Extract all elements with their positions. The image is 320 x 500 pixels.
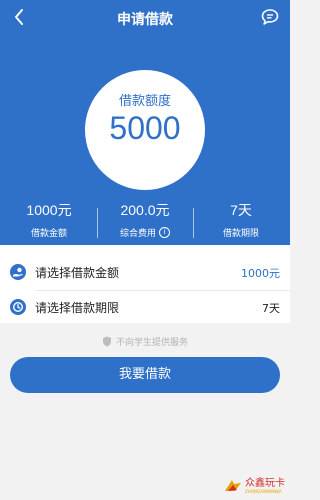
select-term-label: 请选择借款期限 — [35, 301, 120, 315]
loan-summary: 1000元 借款金额 200.0元 综合费用 i 7天 借款期限 — [0, 200, 290, 245]
loan-limit-label: 借款额度 — [118, 94, 171, 109]
stat-term-value: 7天 — [230, 202, 252, 218]
loan-limit-circle: 借款额度 5000 — [85, 70, 205, 190]
stat-fee: 200.0元 综合费用 i — [97, 200, 193, 239]
apply-loan-button[interactable]: 我要借款 — [10, 357, 280, 393]
watermark-sub: ZHONGXINWANKA — [245, 489, 282, 494]
student-notice-text: 不向学生提供服务 — [115, 338, 188, 348]
stat-fee-label: 综合费用 — [119, 229, 156, 239]
watermark-name: 众鑫玩卡 — [245, 478, 285, 489]
stat-amount-label: 借款金额 — [30, 229, 67, 239]
chat-bubble-icon — [261, 9, 279, 25]
stat-amount-value: 1000元 — [26, 202, 72, 218]
coin-hand-icon — [10, 264, 26, 280]
select-term-row[interactable]: 请选择借款期限 7天 — [0, 291, 290, 323]
loan-limit-amount: 5000 — [109, 110, 181, 146]
message-button[interactable] — [260, 7, 280, 27]
stat-fee-value: 200.0元 — [120, 202, 170, 218]
stat-term-label: 借款期限 — [222, 229, 259, 239]
logo-icon — [225, 480, 241, 491]
info-icon[interactable]: i — [159, 227, 170, 238]
selected-term-value: 7天 — [262, 302, 280, 315]
hero-panel: 申请借款 借款额度 5000 1000元 借款金额 200.0元 综合费用 i — [0, 0, 290, 245]
selected-amount-value: 1000元 — [241, 267, 280, 280]
page-title: 申请借款 — [117, 12, 173, 28]
select-amount-label: 请选择借款金额 — [35, 266, 120, 280]
nav-bar: 申请借款 — [0, 0, 290, 34]
shield-icon — [102, 336, 112, 350]
select-amount-row[interactable]: 请选择借款金额 1000元 — [0, 256, 290, 288]
watermark-logo: 众鑫玩卡 ZHONGXINWANKA — [224, 478, 285, 495]
stat-term: 7天 借款期限 — [193, 200, 289, 239]
student-notice: 不向学生提供服务 — [0, 335, 290, 350]
clock-icon — [10, 299, 26, 315]
stat-amount: 1000元 借款金额 — [1, 200, 97, 239]
